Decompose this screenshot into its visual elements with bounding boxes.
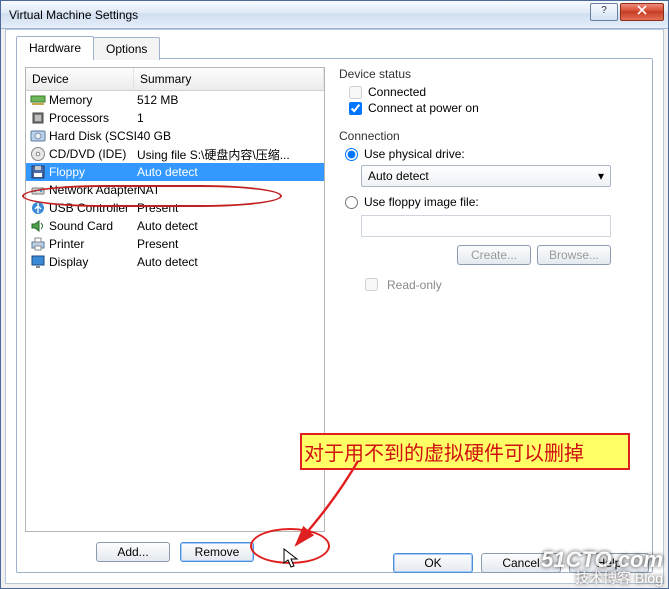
memory-icon [30, 92, 46, 108]
ok-button[interactable]: OK [393, 553, 473, 573]
hdd-icon [30, 128, 46, 144]
help-title-button[interactable]: ? [590, 3, 618, 21]
device-row-floppy[interactable]: FloppyAuto detect [26, 163, 324, 181]
readonly-checkbox[interactable]: Read-only [361, 275, 644, 294]
chevron-down-icon: ▾ [598, 169, 604, 183]
device-summary: 40 GB [137, 129, 322, 143]
connect-power-checkbox[interactable]: Connect at power on [349, 101, 644, 115]
device-summary: Auto detect [137, 165, 322, 179]
watermark: 51CTO.com 技术博客 Blog [541, 551, 663, 587]
device-list[interactable]: Device Summary Memory512 MBProcessors1Ha… [25, 67, 325, 532]
device-name: Network Adapter [49, 183, 137, 197]
device-summary: NAT [137, 183, 322, 197]
net-icon [30, 182, 46, 198]
device-name: CD/DVD (IDE) [49, 147, 137, 161]
device-row-printer[interactable]: PrinterPresent [26, 235, 324, 253]
col-header-summary[interactable]: Summary [134, 68, 324, 90]
connected-input[interactable] [349, 86, 362, 99]
device-row-cd[interactable]: CD/DVD (IDE)Using file S:\硬盘内容\压缩... [26, 145, 324, 163]
connect-power-input[interactable] [349, 102, 362, 115]
floppy-icon [30, 164, 46, 180]
tab-strip: Hardware Options [16, 36, 159, 59]
device-summary: 1 [137, 111, 322, 125]
connection-title: Connection [339, 129, 644, 143]
use-physical-input[interactable] [345, 148, 358, 161]
device-summary: Using file S:\硬盘内容\压缩... [137, 146, 322, 163]
device-name: Printer [49, 237, 137, 251]
image-buttons: Create... Browse... [361, 245, 611, 265]
tab-hardware[interactable]: Hardware [16, 36, 94, 59]
browse-button[interactable]: Browse... [537, 245, 611, 265]
remove-button[interactable]: Remove [180, 542, 254, 562]
vm-settings-window: Virtual Machine Settings ? Hardware Opti… [0, 0, 669, 589]
readonly-input[interactable] [365, 278, 378, 291]
device-row-display[interactable]: DisplayAuto detect [26, 253, 324, 271]
cpu-icon [30, 110, 46, 126]
device-name: Display [49, 255, 137, 269]
device-row-memory[interactable]: Memory512 MB [26, 91, 324, 109]
device-status-group: Device status Connected Connect at power… [339, 67, 644, 115]
dialog-client: Hardware Options Device Summary Memory51… [5, 29, 664, 584]
annotation-callout: 对于用不到的虚拟硬件可以删掉 [300, 433, 630, 470]
create-button[interactable]: Create... [457, 245, 531, 265]
add-button[interactable]: Add... [96, 542, 170, 562]
device-summary: 512 MB [137, 93, 322, 107]
device-row-cpu[interactable]: Processors1 [26, 109, 324, 127]
tab-options[interactable]: Options [93, 37, 160, 60]
close-title-button[interactable] [620, 3, 664, 21]
device-name: Memory [49, 93, 137, 107]
connection-group: Connection Use physical drive: Auto dete… [339, 129, 644, 294]
display-icon [30, 254, 46, 270]
title-buttons: ? [590, 3, 664, 21]
device-status-title: Device status [339, 67, 644, 81]
device-summary: Present [137, 201, 322, 215]
left-panel-buttons: Add... Remove [25, 542, 325, 562]
sound-icon [30, 218, 46, 234]
device-name: USB Controller [49, 201, 137, 215]
device-summary: Present [137, 237, 322, 251]
device-row-hdd[interactable]: Hard Disk (SCSI)40 GB [26, 127, 324, 145]
connected-checkbox[interactable]: Connected [349, 85, 644, 99]
device-summary: Auto detect [137, 255, 322, 269]
titlebar: Virtual Machine Settings ? [1, 1, 668, 29]
physical-drive-dropdown[interactable]: Auto detect ▾ [361, 165, 611, 187]
usb-icon [30, 200, 46, 216]
physical-drive-value: Auto detect [368, 169, 429, 183]
left-panel: Device Summary Memory512 MBProcessors1Ha… [25, 67, 325, 532]
device-name: Hard Disk (SCSI) [49, 129, 137, 143]
use-image-radio[interactable]: Use floppy image file: [345, 195, 644, 209]
printer-icon [30, 236, 46, 252]
use-image-input[interactable] [345, 196, 358, 209]
window-title: Virtual Machine Settings [9, 8, 138, 22]
device-row-usb[interactable]: USB ControllerPresent [26, 199, 324, 217]
use-physical-radio[interactable]: Use physical drive: [345, 147, 644, 161]
list-header: Device Summary [26, 68, 324, 91]
tab-page-hardware: Device Summary Memory512 MBProcessors1Ha… [16, 58, 653, 573]
col-header-device[interactable]: Device [26, 68, 134, 90]
device-name: Floppy [49, 165, 137, 179]
image-path-input[interactable] [361, 215, 611, 237]
watermark-main: 51CTO.com [541, 551, 663, 569]
device-summary: Auto detect [137, 219, 322, 233]
device-name: Processors [49, 111, 137, 125]
device-name: Sound Card [49, 219, 137, 233]
cd-icon [30, 146, 46, 162]
device-row-sound[interactable]: Sound CardAuto detect [26, 217, 324, 235]
device-row-net[interactable]: Network AdapterNAT [26, 181, 324, 199]
